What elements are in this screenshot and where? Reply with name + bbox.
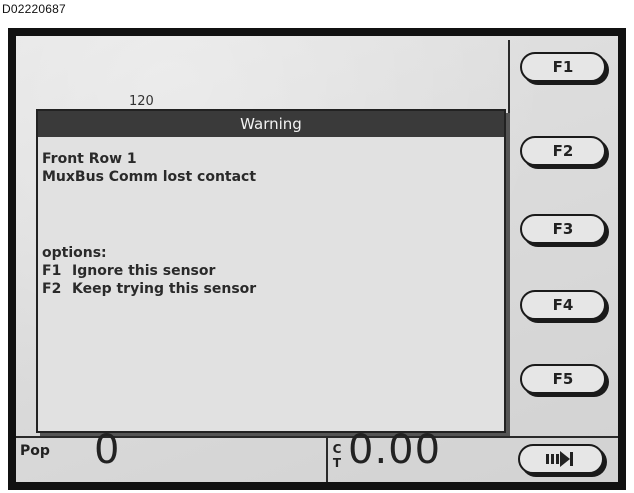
status-bar: Pop 0 C T 0.00 xyxy=(16,430,618,482)
f2-button[interactable]: F2 xyxy=(520,136,606,166)
ct-value: 0.00 xyxy=(348,427,442,473)
options-header: options: xyxy=(42,245,107,261)
function-key-panel: F1 F2 F3 F4 F5 xyxy=(508,40,618,412)
ct-label-bottom: T xyxy=(332,456,342,470)
next-page-button[interactable] xyxy=(518,444,604,474)
pop-value: 0 xyxy=(94,427,120,473)
warning-dialog: Warning Front Row 1 MuxBus Comm lost con… xyxy=(36,109,506,433)
option-f2-label: Keep trying this sensor xyxy=(72,281,257,297)
ct-label: C T xyxy=(332,442,342,470)
dialog-title: Warning xyxy=(38,111,504,137)
error-message: MuxBus Comm lost contact xyxy=(42,169,257,185)
document-id: D02220687 xyxy=(2,2,66,16)
pop-label: Pop xyxy=(20,443,50,459)
f4-button[interactable]: F4 xyxy=(520,290,606,320)
background-value: 120 xyxy=(129,94,154,109)
option-f2-key: F2 xyxy=(42,281,62,297)
f5-button[interactable]: F5 xyxy=(520,364,606,394)
option-f1-label: Ignore this sensor xyxy=(72,263,216,279)
status-divider xyxy=(326,438,328,482)
page-arrow-icon xyxy=(546,451,573,467)
f1-button[interactable]: F1 xyxy=(520,52,606,82)
f3-button[interactable]: F3 xyxy=(520,214,606,244)
option-f2: F2 Keep trying this sensor xyxy=(42,281,256,297)
sensor-name: Front Row 1 xyxy=(42,151,137,167)
option-f1: F1 Ignore this sensor xyxy=(42,263,215,279)
option-f1-key: F1 xyxy=(42,263,62,279)
ct-label-top: C xyxy=(332,442,342,456)
lcd-screen: 120 F1 F2 F3 F4 F5 Warning Front Row 1 M… xyxy=(16,36,618,482)
display-bezel: 120 F1 F2 F3 F4 F5 Warning Front Row 1 M… xyxy=(8,28,626,490)
